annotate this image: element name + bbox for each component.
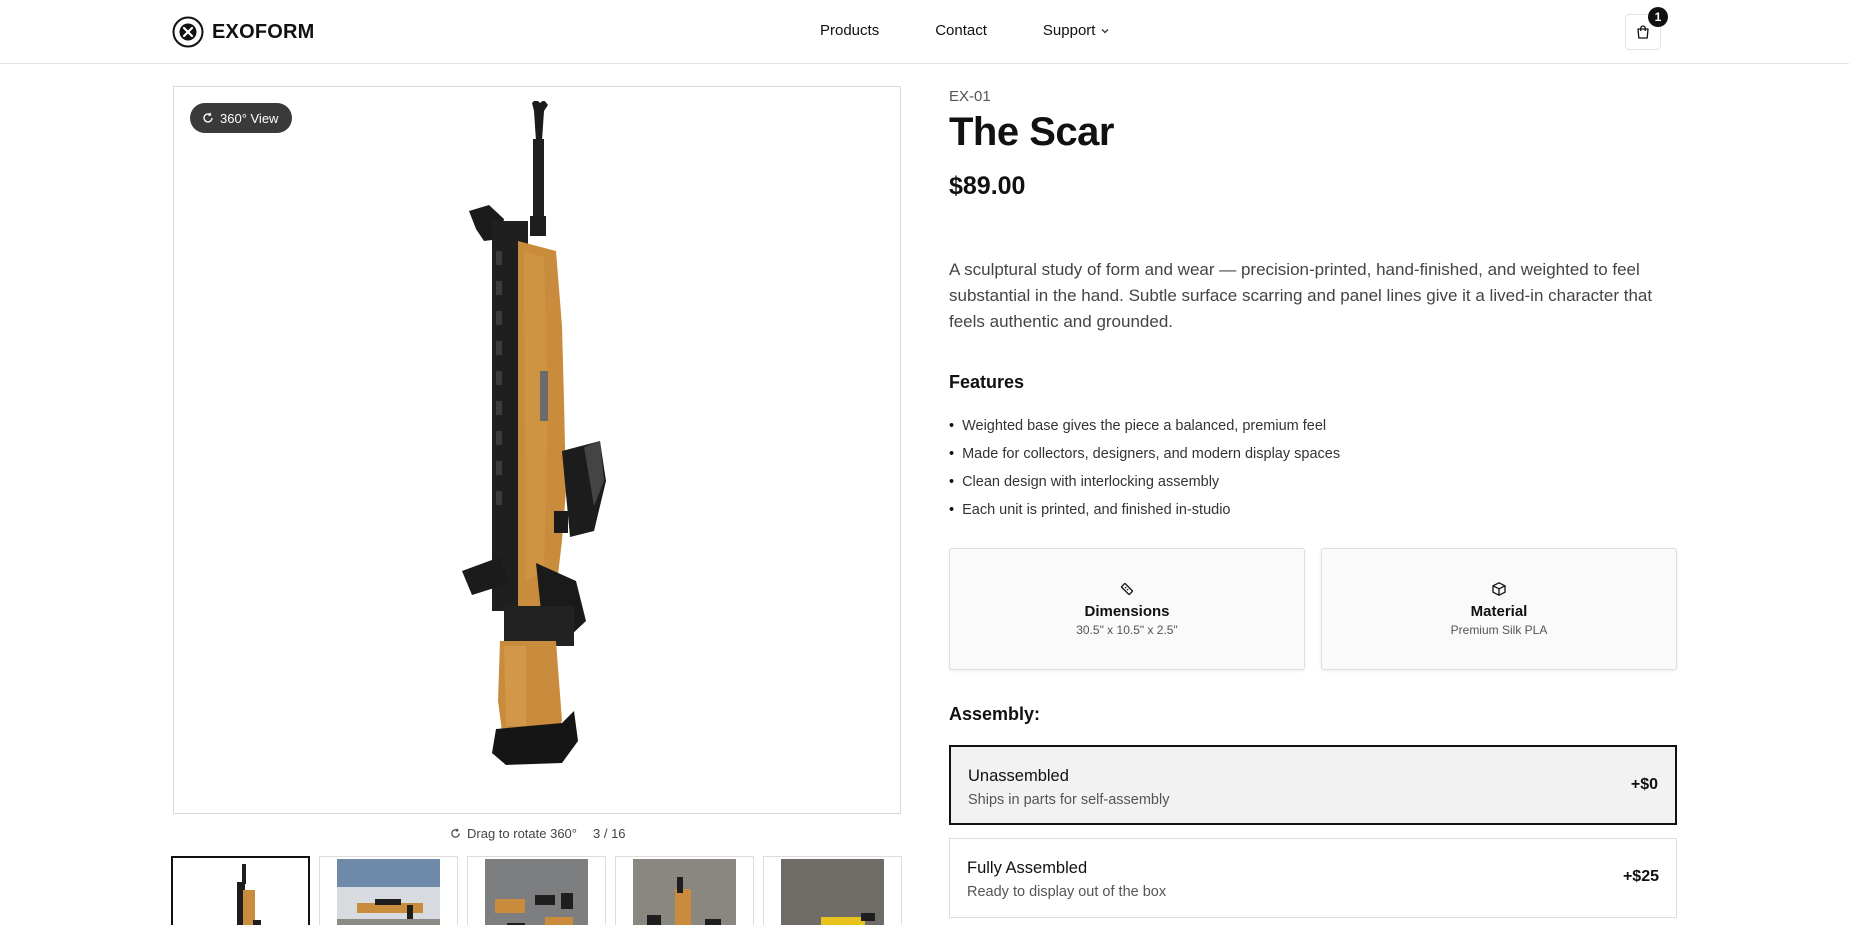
frame-counter: 3 / 16 (593, 826, 626, 841)
product-model-image (462, 101, 606, 765)
spec-label: Material (1470, 603, 1528, 620)
option-name: Fully Assembled (967, 859, 1088, 877)
option-description: Ships in parts for self-assembly (968, 792, 1170, 808)
product-sku: EX-01 (949, 88, 991, 105)
product-title: The Scar (949, 110, 1114, 154)
assembly-option-unassembled[interactable]: Unassembled Ships in parts for self-asse… (949, 745, 1677, 825)
brand-logo[interactable]: EXOFORM (172, 16, 315, 48)
spec-label: Dimensions (1084, 603, 1170, 620)
assembly-option-fully-assembled[interactable]: Fully Assembled Ready to display out of … (949, 838, 1677, 918)
thumbnail-strip (171, 856, 903, 925)
thumbnail-3[interactable] (467, 856, 606, 925)
nav-products[interactable]: Products (820, 22, 879, 39)
thumbnail-4[interactable] (615, 856, 754, 925)
spec-value: 30.5" x 10.5" x 2.5" (1076, 623, 1178, 637)
product-price: $89.00 (949, 172, 1026, 200)
main-nav: Products Contact Support (820, 22, 1110, 39)
brand-name: EXOFORM (212, 20, 315, 43)
thumbnail-image (633, 859, 736, 925)
shopping-bag-icon (1637, 25, 1649, 39)
rotate-icon (451, 828, 460, 838)
option-name: Unassembled (968, 767, 1069, 785)
chevron-down-icon (1101, 28, 1109, 33)
thumbnail-image (781, 859, 884, 925)
thumbnail-1[interactable] (171, 856, 310, 925)
feature-item: Made for collectors, designers, and mode… (949, 440, 1340, 468)
nav-support-label: Support (1042, 22, 1096, 39)
option-price: +$0 (1630, 776, 1658, 793)
thumbnail-image (485, 859, 588, 925)
product-description: A sculptural study of form and wear — pr… (949, 260, 1653, 331)
thumbnail-5[interactable] (763, 856, 902, 925)
spec-card-material: Material Premium Silk PLA (1321, 548, 1677, 670)
nav-contact[interactable]: Contact (935, 22, 987, 39)
features-list: Weighted base gives the piece a balanced… (949, 412, 1340, 524)
rotate-hint: Drag to rotate 360° 3 / 16 (450, 826, 626, 841)
rotate-hint-text: Drag to rotate 360° (467, 826, 577, 841)
option-price: +$25 (1622, 868, 1659, 885)
features-heading: Features (949, 372, 1025, 392)
360-view-toggle[interactable]: 360° View (190, 103, 293, 133)
ruler-icon (1120, 582, 1134, 596)
nav-support[interactable]: Support (1043, 22, 1111, 39)
feature-item: Clean design with interlocking assembly (949, 468, 1340, 496)
thumbnail-2[interactable] (319, 856, 458, 925)
cart-count-badge: 1 (1648, 7, 1668, 27)
exoform-logo-icon (172, 16, 204, 48)
option-description: Ready to display out of the box (967, 884, 1167, 900)
spec-value: Premium Silk PLA (1450, 623, 1548, 637)
thumbnail-image (337, 859, 440, 925)
feature-item: Weighted base gives the piece a balanced… (949, 412, 1340, 440)
360-view-label: 360° View (220, 110, 279, 126)
thumbnail-image (189, 860, 294, 925)
site-header: EXOFORM Products Contact Support 1 (0, 0, 1849, 64)
feature-item: Each unit is printed, and finished in-st… (949, 496, 1340, 524)
box-icon (1492, 582, 1506, 596)
spec-card-dimensions: Dimensions 30.5" x 10.5" x 2.5" (949, 548, 1305, 670)
product-360-viewer[interactable]: 360° View (173, 86, 901, 814)
assembly-heading: Assembly: (949, 704, 1041, 724)
rotate-icon (203, 112, 213, 123)
